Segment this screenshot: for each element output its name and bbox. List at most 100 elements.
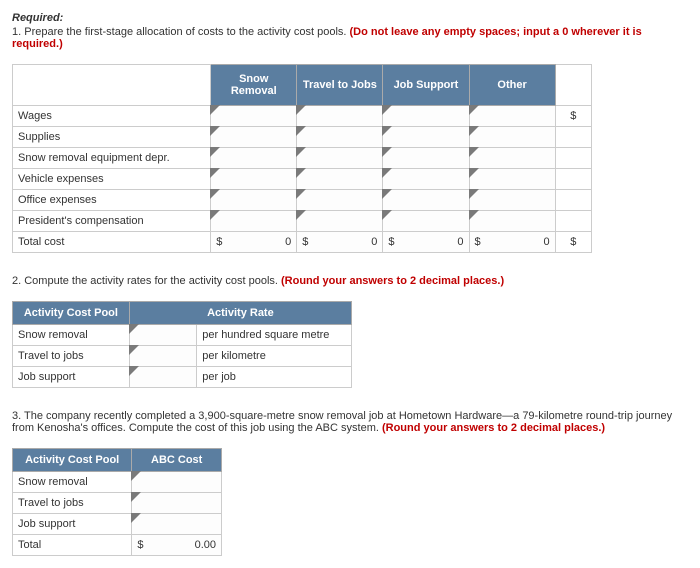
table-row: Job support per job xyxy=(13,367,352,388)
dropdown-icon xyxy=(129,324,139,334)
input-cell[interactable] xyxy=(383,211,469,232)
dropdown-icon xyxy=(296,126,306,136)
row-label: Travel to jobs xyxy=(13,493,132,514)
total-cell: $0 xyxy=(211,232,297,253)
row-label-total: Total cost xyxy=(13,232,211,253)
input-cell[interactable] xyxy=(129,346,196,367)
input-cell[interactable] xyxy=(211,211,297,232)
dropdown-icon xyxy=(382,105,392,115)
row-label-president: President's compensation xyxy=(13,211,211,232)
input-cell[interactable] xyxy=(469,211,555,232)
input-cell[interactable] xyxy=(469,169,555,190)
col-header-rate: Activity Rate xyxy=(129,302,351,325)
input-cell[interactable] xyxy=(469,127,555,148)
input-cell[interactable] xyxy=(297,148,383,169)
table-row: Job support xyxy=(13,514,222,535)
row-label-supplies: Supplies xyxy=(13,127,211,148)
input-cell[interactable] xyxy=(211,148,297,169)
dropdown-icon xyxy=(210,210,220,220)
dropdown-icon xyxy=(296,105,306,115)
row-label: Job support xyxy=(13,367,130,388)
input-cell[interactable] xyxy=(469,106,555,127)
input-cell[interactable] xyxy=(383,127,469,148)
dropdown-icon xyxy=(210,147,220,157)
input-cell[interactable] xyxy=(297,127,383,148)
input-cell[interactable] xyxy=(469,190,555,211)
question-3-text: 3. The company recently completed a 3,90… xyxy=(12,410,688,434)
q2-prefix: 2. Compute the activity rates for the ac… xyxy=(12,275,281,287)
required-heading: Required: xyxy=(12,12,688,24)
currency-symbol: $ xyxy=(555,106,591,127)
input-cell[interactable] xyxy=(297,106,383,127)
dropdown-icon xyxy=(296,168,306,178)
input-cell[interactable] xyxy=(297,211,383,232)
total-cell: $0 xyxy=(469,232,555,253)
input-cell[interactable] xyxy=(132,472,222,493)
total-cell: $0 xyxy=(383,232,469,253)
input-cell[interactable] xyxy=(211,169,297,190)
question-1-text: 1. Prepare the first-stage allocation of… xyxy=(12,26,688,50)
total-value: 0 xyxy=(544,236,550,248)
input-cell[interactable] xyxy=(383,106,469,127)
table-row: Travel to jobs xyxy=(13,493,222,514)
total-value: 0 xyxy=(371,236,377,248)
blank-header-right xyxy=(555,65,591,106)
currency-symbol: $ xyxy=(216,236,222,248)
input-cell[interactable] xyxy=(383,169,469,190)
blank-cell xyxy=(555,148,591,169)
input-cell[interactable] xyxy=(211,106,297,127)
col-header-other: Other xyxy=(469,65,555,106)
blank-header xyxy=(13,65,211,106)
dropdown-icon xyxy=(469,189,479,199)
dropdown-icon xyxy=(382,147,392,157)
dropdown-icon xyxy=(382,168,392,178)
blank-cell xyxy=(555,127,591,148)
unit-label: per hundred square metre xyxy=(197,325,352,346)
question-2-text: 2. Compute the activity rates for the ac… xyxy=(12,275,688,287)
unit-label: per job xyxy=(197,367,352,388)
input-cell[interactable] xyxy=(383,190,469,211)
total-value: 0 xyxy=(285,236,291,248)
dropdown-icon xyxy=(131,492,141,502)
total-cell: $0.00 xyxy=(132,535,222,556)
input-cell[interactable] xyxy=(383,148,469,169)
currency-symbol: $ xyxy=(388,236,394,248)
dropdown-icon xyxy=(210,105,220,115)
row-label: Snow removal xyxy=(13,472,132,493)
abc-cost-table: Activity Cost Pool ABC Cost Snow removal… xyxy=(12,448,222,556)
currency-symbol: $ xyxy=(137,539,143,551)
table-row: President's compensation xyxy=(13,211,592,232)
table-row-total: Total $0.00 xyxy=(13,535,222,556)
row-label-vehicle: Vehicle expenses xyxy=(13,169,211,190)
input-cell[interactable] xyxy=(132,493,222,514)
table-row: Snow removal xyxy=(13,472,222,493)
input-cell[interactable] xyxy=(297,190,383,211)
col-header-job-support: Job Support xyxy=(383,65,469,106)
col-header-pool: Activity Cost Pool xyxy=(13,302,130,325)
table-header-row: Activity Cost Pool ABC Cost xyxy=(13,449,222,472)
dropdown-icon xyxy=(469,147,479,157)
col-header-snow-removal: Snow Removal xyxy=(211,65,297,106)
row-label: Travel to jobs xyxy=(13,346,130,367)
dropdown-icon xyxy=(296,189,306,199)
input-cell[interactable] xyxy=(129,325,196,346)
input-cell[interactable] xyxy=(129,367,196,388)
input-cell[interactable] xyxy=(211,127,297,148)
table-row-total: Total cost $0 $0 $0 $0 $ xyxy=(13,232,592,253)
input-cell[interactable] xyxy=(211,190,297,211)
dropdown-icon xyxy=(131,471,141,481)
q1-prefix: 1. Prepare the first-stage allocation of… xyxy=(12,26,350,38)
currency-symbol: $ xyxy=(302,236,308,248)
table-row: Supplies xyxy=(13,127,592,148)
dropdown-icon xyxy=(382,210,392,220)
input-cell[interactable] xyxy=(297,169,383,190)
dropdown-icon xyxy=(469,168,479,178)
table-header-row: Snow Removal Travel to Jobs Job Support … xyxy=(13,65,592,106)
table-header-row: Activity Cost Pool Activity Rate xyxy=(13,302,352,325)
col-header-abc: ABC Cost xyxy=(132,449,222,472)
input-cell[interactable] xyxy=(469,148,555,169)
table-row: Snow removal equipment depr. xyxy=(13,148,592,169)
q2-red-instruction: (Round your answers to 2 decimal places.… xyxy=(281,275,504,287)
dropdown-icon xyxy=(296,210,306,220)
input-cell[interactable] xyxy=(132,514,222,535)
